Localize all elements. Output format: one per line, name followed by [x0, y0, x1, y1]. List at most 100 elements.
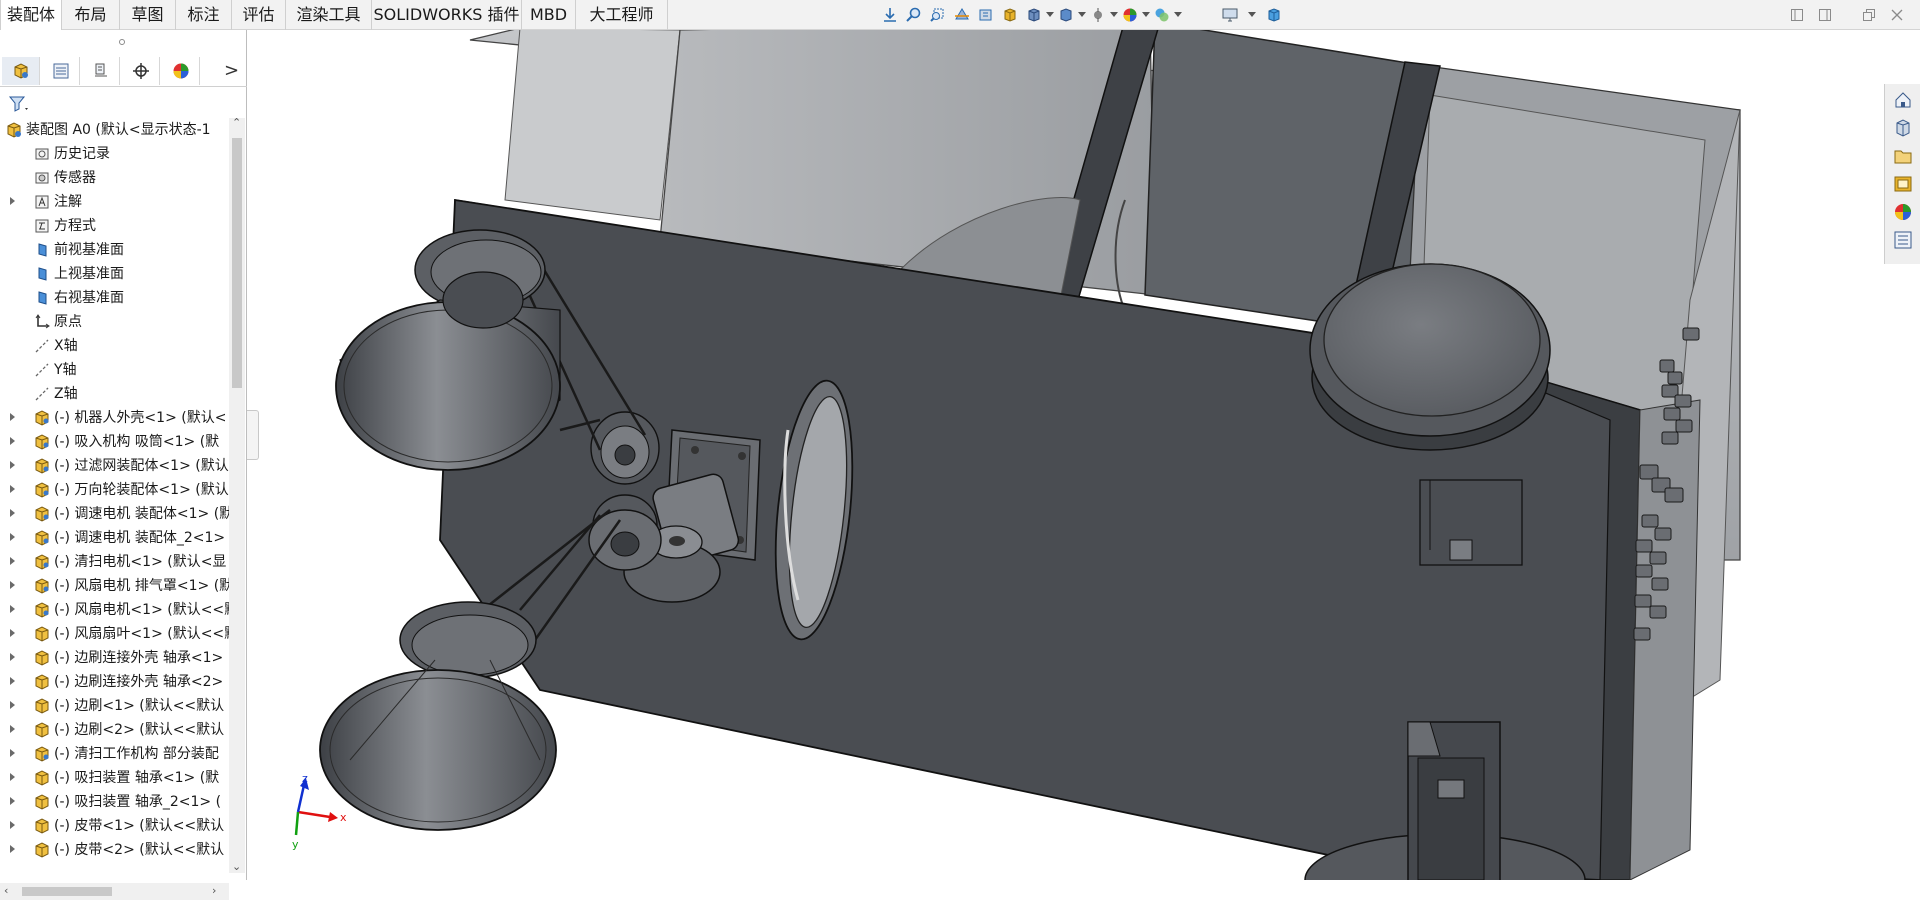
tab-markup[interactable]: 标注 — [176, 0, 232, 30]
tab-mbd[interactable]: MBD — [522, 0, 576, 30]
expand-arrow-icon[interactable] — [10, 725, 15, 733]
tree-item[interactable]: 传感器 — [0, 166, 230, 190]
tree-vertical-scrollbar[interactable]: ⌃ ⌄ — [229, 116, 245, 873]
monitor-icon[interactable] — [1222, 7, 1238, 23]
tab-evaluate[interactable]: 评估 — [232, 0, 286, 30]
tree-item[interactable]: (-) 边刷连接外壳 轴承<1> — [0, 646, 230, 670]
expand-arrow-icon[interactable] — [10, 749, 15, 757]
graphics-area[interactable]: x z y — [248, 30, 1884, 880]
tab-solidworks-addins[interactable]: SOLIDWORKS 插件 — [372, 0, 522, 30]
scroll-left-arrow[interactable]: ‹ — [4, 884, 8, 897]
tree-item[interactable]: (-) 清扫电机<1> (默认<显 — [0, 550, 230, 574]
tree-item[interactable]: (-) 清扫工作机构 部分装配 — [0, 742, 230, 766]
edit-appearance-icon[interactable] — [1090, 7, 1106, 23]
tab-assembly[interactable]: 装配体 — [0, 0, 62, 30]
tree-item[interactable]: 注解 — [0, 190, 230, 214]
panel-collapse-handle[interactable] — [247, 410, 259, 460]
dimxpert-icon[interactable] — [122, 57, 160, 85]
zoom-to-area-icon[interactable] — [906, 7, 922, 23]
scroll-thumb-horizontal[interactable] — [22, 887, 112, 896]
tree-item[interactable]: (-) 吸扫装置 轴承<1> (默 — [0, 766, 230, 790]
display-manager-icon[interactable] — [162, 57, 200, 85]
tree-item[interactable]: 方程式 — [0, 214, 230, 238]
appearances-icon[interactable] — [1893, 202, 1913, 222]
view-settings-icon[interactable] — [1154, 7, 1170, 23]
tree-item[interactable]: (-) 风扇电机 排气罩<1> (默 — [0, 574, 230, 598]
tree-item[interactable]: (-) 调速电机 装配体_2<1> — [0, 526, 230, 550]
expand-arrow-icon[interactable] — [10, 197, 15, 205]
tree-item[interactable]: (-) 万向轮装配体<1> (默认 — [0, 478, 230, 502]
expand-arrow-icon[interactable] — [10, 677, 15, 685]
apply-scene-icon[interactable] — [1122, 7, 1138, 23]
tree-item[interactable]: 前视基准面 — [0, 238, 230, 262]
hide-show-icon[interactable] — [1058, 7, 1074, 23]
assembly-model[interactable]: x z y — [248, 30, 1884, 880]
zoom-to-fit-icon[interactable] — [882, 7, 898, 23]
hide-show-caret[interactable] — [1078, 12, 1086, 17]
tab-render-tools[interactable]: 渲染工具 — [286, 0, 372, 30]
tree-item[interactable]: (-) 过滤网装配体<1> (默认 — [0, 454, 230, 478]
tree-item[interactable]: Y轴 — [0, 358, 230, 382]
tile-icon[interactable] — [1818, 8, 1832, 22]
expand-arrow-icon[interactable] — [10, 509, 15, 517]
property-manager-icon[interactable] — [42, 57, 80, 85]
tree-item[interactable]: X轴 — [0, 334, 230, 358]
expand-arrow-icon[interactable] — [10, 797, 15, 805]
scroll-right-arrow[interactable]: › — [212, 884, 216, 897]
tab-layout[interactable]: 布局 — [62, 0, 120, 30]
tree-item[interactable]: (-) 调速电机 装配体<1> (默 — [0, 502, 230, 526]
dynamic-annotation-icon[interactable] — [978, 7, 994, 23]
tree-item[interactable]: (-) 皮带<2> (默认<<默认 — [0, 838, 230, 862]
previous-view-icon[interactable] — [930, 7, 946, 23]
design-library-icon[interactable] — [1893, 118, 1913, 138]
monitor-caret[interactable] — [1248, 12, 1256, 17]
view-palette-icon[interactable] — [1893, 174, 1913, 194]
tree-item[interactable]: 历史记录 — [0, 142, 230, 166]
restore-icon[interactable] — [1790, 8, 1804, 22]
custom-properties-icon[interactable] — [1893, 230, 1913, 250]
expand-arrow-icon[interactable] — [10, 773, 15, 781]
tree-item[interactable]: 上视基准面 — [0, 262, 230, 286]
view-orientation-icon[interactable] — [1002, 7, 1018, 23]
expand-arrow-icon[interactable] — [10, 413, 15, 421]
expand-arrow-icon[interactable] — [10, 653, 15, 661]
expand-arrow-icon[interactable] — [10, 461, 15, 469]
tree-item[interactable]: (-) 风扇电机<1> (默认<<默 — [0, 598, 230, 622]
expand-arrow-icon[interactable] — [10, 845, 15, 853]
configuration-manager-icon[interactable] — [82, 57, 120, 85]
tree-item[interactable]: 原点 — [0, 310, 230, 334]
edit-appearance-caret[interactable] — [1110, 12, 1118, 17]
tree-horizontal-scrollbar[interactable]: ‹ › — [0, 883, 229, 900]
close-icon[interactable] — [1890, 8, 1904, 22]
3d-view-icon[interactable] — [1266, 7, 1282, 23]
expand-arrow-icon[interactable] — [10, 701, 15, 709]
scroll-thumb[interactable] — [232, 138, 242, 388]
filter-icon[interactable] — [8, 94, 30, 114]
tab-sketch[interactable]: 草图 — [120, 0, 176, 30]
tree-item[interactable]: (-) 吸扫装置 轴承_2<1> ( — [0, 790, 230, 814]
maximize-icon[interactable] — [1862, 8, 1876, 22]
apply-scene-caret[interactable] — [1142, 12, 1150, 17]
display-style-icon[interactable] — [1026, 7, 1042, 23]
more-tabs-button[interactable]: > — [224, 59, 239, 83]
expand-arrow-icon[interactable] — [10, 581, 15, 589]
view-settings-caret[interactable] — [1174, 12, 1182, 17]
tree-item[interactable]: (-) 皮带<1> (默认<<默认 — [0, 814, 230, 838]
tree-root-item[interactable]: 装配图 A0 (默认<显示状态-1 — [0, 118, 230, 142]
panel-grip[interactable] — [119, 39, 125, 45]
expand-arrow-icon[interactable] — [10, 629, 15, 637]
tree-item[interactable]: (-) 边刷连接外壳 轴承<2> — [0, 670, 230, 694]
tree-item[interactable]: (-) 边刷<2> (默认<<默认 — [0, 718, 230, 742]
file-explorer-icon[interactable] — [1893, 146, 1913, 166]
tree-item[interactable]: (-) 机器人外壳<1> (默认< — [0, 406, 230, 430]
scroll-down-arrow[interactable]: ⌄ — [232, 860, 241, 873]
tree-item[interactable]: Z轴 — [0, 382, 230, 406]
solidworks-resources-icon[interactable] — [1893, 90, 1913, 110]
expand-arrow-icon[interactable] — [10, 605, 15, 613]
tab-engineer[interactable]: 大工程师 — [576, 0, 668, 30]
tree-item[interactable]: (-) 边刷<1> (默认<<默认 — [0, 694, 230, 718]
expand-arrow-icon[interactable] — [10, 557, 15, 565]
section-view-icon[interactable] — [954, 7, 970, 23]
scroll-up-arrow[interactable]: ⌃ — [232, 116, 241, 129]
feature-manager-tree-icon[interactable] — [2, 57, 40, 85]
